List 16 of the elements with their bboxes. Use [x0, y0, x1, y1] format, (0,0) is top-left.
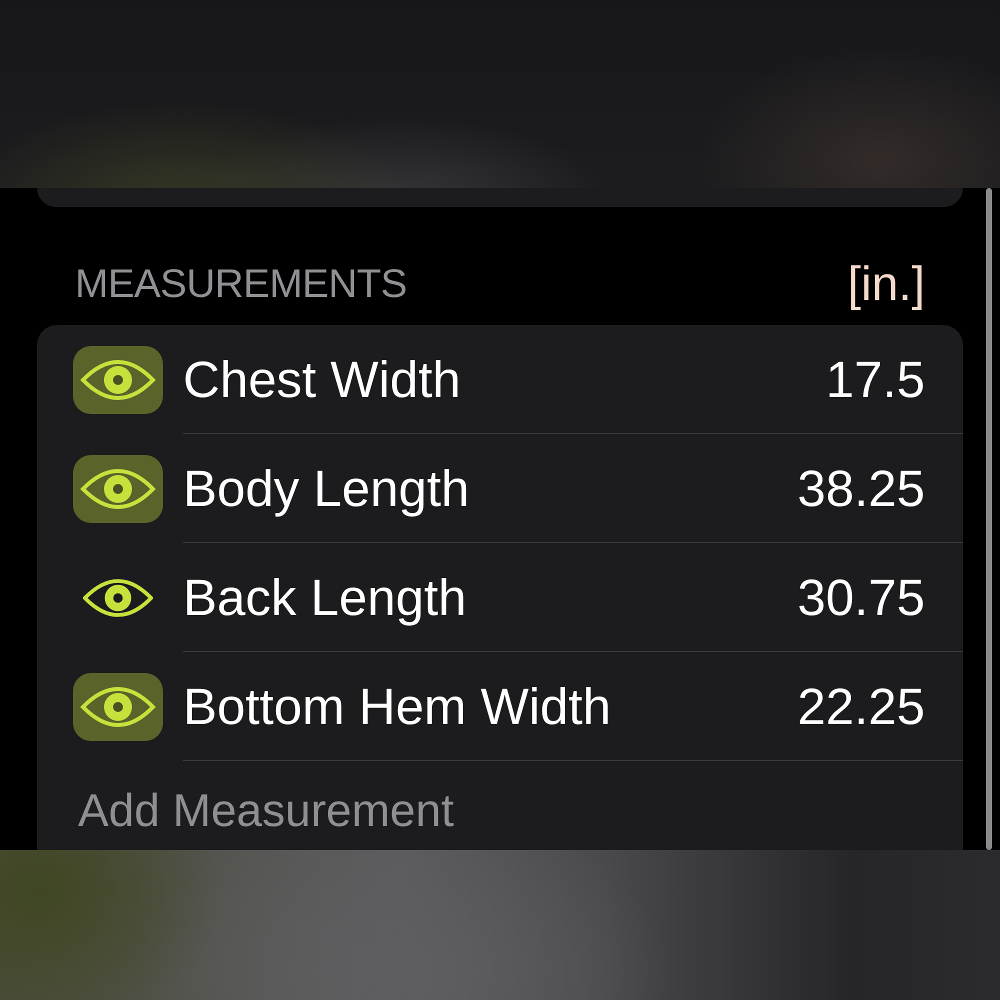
eye-icon[interactable]: [83, 576, 153, 618]
measurement-name: Back Length: [183, 568, 467, 626]
section-title: MEASUREMENTS: [75, 262, 407, 306]
measurement-value: 17.5: [826, 350, 925, 408]
measurement-value: 30.75: [797, 568, 925, 626]
measurement-name: Chest Width: [183, 350, 461, 408]
scrollbar[interactable]: [986, 188, 992, 850]
measurement-value: 38.25: [797, 458, 925, 518]
eye-icon[interactable]: [73, 672, 163, 740]
eye-icon[interactable]: [73, 346, 163, 414]
measurement-name: Bottom Hem Width: [183, 676, 611, 736]
eye-icon[interactable]: [73, 454, 163, 522]
measurement-name: Body Length: [183, 458, 470, 518]
measurement-value: 22.25: [797, 676, 925, 736]
add-measurement-button[interactable]: Add Measurement: [78, 784, 454, 836]
unit-label: [in.]: [848, 256, 925, 312]
